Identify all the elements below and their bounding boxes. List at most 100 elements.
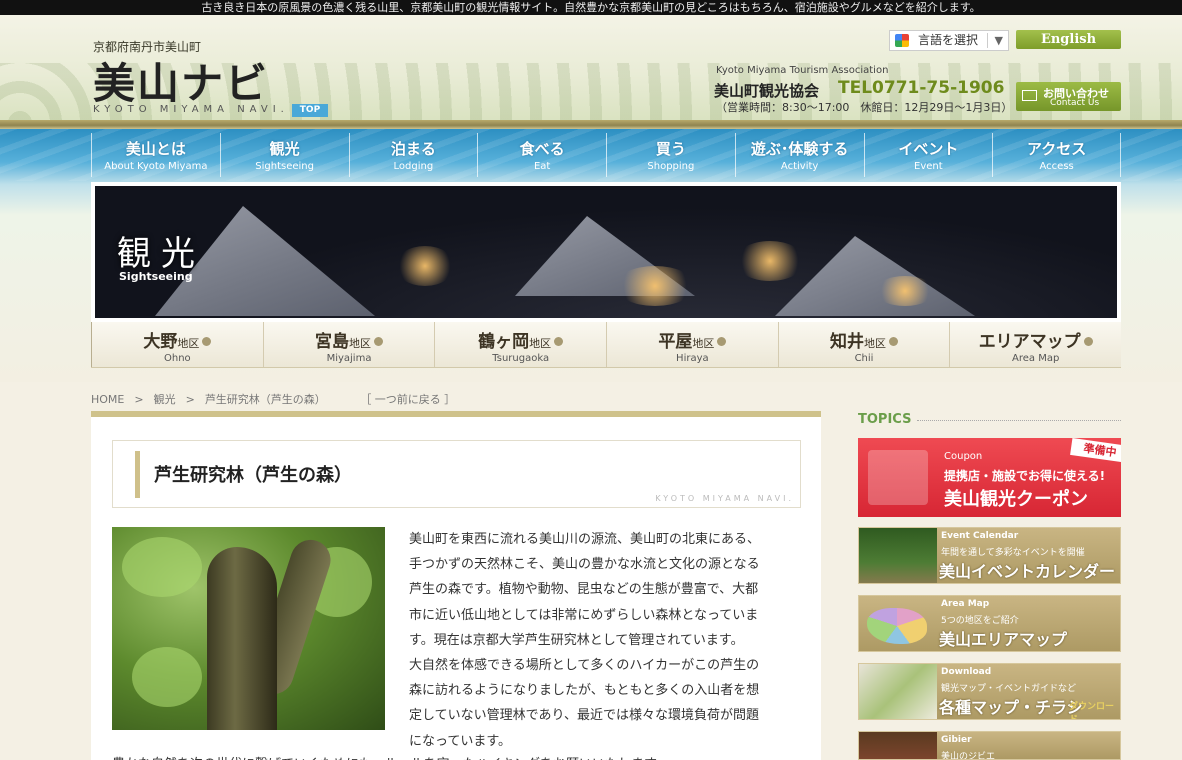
banner-caption: 年間を通して多彩なイベントを開催 — [941, 548, 1085, 558]
banner-label-en: Download — [941, 667, 992, 677]
banner-caption: 5つの地区をご紹介 — [941, 616, 1019, 626]
download-tag: ダウンロード — [1069, 702, 1115, 720]
google-translate-icon — [895, 34, 909, 47]
light-glow — [395, 246, 455, 286]
area-map-banner[interactable]: Area Map 5つの地区をご紹介 美山エリアマップ — [858, 595, 1121, 652]
nav-item-sightseeing[interactable]: 観光 Sightseeing — [219, 133, 349, 177]
house-icon — [868, 450, 928, 505]
english-button[interactable]: English — [1016, 30, 1121, 49]
nav-label: 食べる — [519, 140, 565, 158]
article-title-box: 芦生研究林（芦生の森） KYOTO MIYAMA NAVI. — [112, 440, 801, 508]
back-link[interactable]: ［ 一つ前に戻る ］ — [366, 393, 456, 406]
title-watermark: KYOTO MIYAMA NAVI. — [655, 494, 794, 503]
article-line: になっています。 — [409, 733, 512, 749]
nav-item-activity[interactable]: 遊ぶ･体験する Activity — [734, 133, 864, 177]
article-line: 市に近い低山地としては非常にめずらしい森林となっていま — [409, 607, 759, 623]
banner-caption: 観光マップ・イベントガイドなど — [941, 684, 1077, 694]
download-banner[interactable]: Download 観光マップ・イベントガイドなど 各種マップ・チラシ ダウンロー… — [858, 663, 1121, 720]
global-nav: 美山とは About Kyoto Miyama 観光 Sightseeing 泊まる… — [91, 133, 1121, 177]
top-link[interactable]: TOP — [292, 104, 328, 117]
hero-banner: 観光 Sightseeing — [91, 182, 1121, 322]
topics-heading: TOPICS — [858, 412, 912, 427]
article-body: 美山町を東西に流れる美山川の源流、美山町の北東にある、 手つかずの天然林こそ、美… — [409, 527, 801, 754]
hero-title: 観光 — [117, 234, 205, 274]
area-item-ohno[interactable]: 大野地区 Ohno — [91, 322, 263, 367]
area-name: エリアマップ — [978, 332, 1081, 352]
nav-item-access[interactable]: アクセス Access — [992, 133, 1121, 177]
hero-image: 観光 Sightseeing — [95, 186, 1117, 318]
area-name: 平屋 — [658, 332, 693, 352]
breadcrumb-separator: > — [134, 393, 144, 406]
nav-item-eat[interactable]: 食べる Eat — [477, 133, 606, 177]
nav-item-event[interactable]: イベント Event — [863, 133, 993, 177]
gibier-thumbnail — [859, 732, 937, 759]
map-icon — [867, 608, 927, 644]
site-tagline-bar: 古き良き日本の原風景の色濃く残る山里、京都美山町の観光情報サイト。自然豊かな京都… — [0, 0, 1182, 15]
area-name: 知井 — [830, 332, 865, 352]
area-item-hiraya[interactable]: 平屋地区 Hiraya — [606, 322, 778, 367]
arrow-circle-icon — [554, 337, 564, 346]
area-name: 鶴ヶ岡 — [478, 332, 530, 352]
area-name-en: Hiraya — [676, 353, 709, 364]
gibier-banner[interactable]: Gibier 美山のジビエ — [858, 731, 1121, 760]
arrow-circle-icon — [889, 337, 899, 346]
area-suffix: 地区 — [692, 337, 715, 350]
nav-label-en: Eat — [533, 161, 551, 172]
nav-label-en: Activity — [780, 161, 819, 172]
forest-photo — [112, 527, 385, 730]
area-name-en: Miyajima — [326, 353, 372, 364]
nav-label-en: Event — [914, 161, 943, 172]
nav-label-en: About Kyoto Miyama — [104, 161, 208, 172]
language-select[interactable]: 言語を選択 ▼ — [889, 30, 1009, 51]
nav-item-lodging[interactable]: 泊まる Lodging — [348, 133, 478, 177]
area-suffix: 地区 — [177, 337, 200, 350]
breadcrumb-current: 芦生研究林（芦生の森） — [204, 393, 326, 406]
area-name-en: Chii — [854, 353, 874, 364]
article-line: 定していない管理林であり、最近では様々な環境負荷が問題 — [409, 708, 759, 724]
area-name: 大野 — [143, 332, 178, 352]
breadcrumb-section[interactable]: 観光 — [154, 393, 176, 406]
chevron-down-icon: ▼ — [994, 34, 1003, 47]
banner-title: 美山エリアマップ — [939, 630, 1068, 649]
header-rule — [0, 120, 1182, 129]
nav-label: 観光 — [269, 140, 300, 158]
article-line: 美山町を東西に流れる美山川の源流、美山町の北東にある、 — [409, 532, 761, 547]
area-map-thumbnail — [859, 596, 937, 651]
event-calendar-banner[interactable]: Event Calendar 年間を通して多彩なイベントを開催 美山イベントカレ… — [858, 527, 1121, 584]
banner-caption: 美山のジビエ — [941, 752, 996, 760]
light-glow — [875, 276, 935, 306]
language-select-label: 言語を選択 — [918, 33, 979, 47]
article-title: 芦生研究林（芦生の森） — [154, 465, 352, 486]
nav-label: 遊ぶ･体験する — [750, 140, 849, 158]
article-body-continued: 豊かな自然を次の世代に繋げていくためにも、ルールを守ったハイキングをお願いいたし… — [112, 752, 802, 760]
brochure-thumbnail — [859, 664, 937, 719]
area-suffix: 地区 — [529, 337, 552, 350]
banner-title: 各種マップ・チラシ — [939, 698, 1083, 717]
article-line: 芦生の森です。植物や動物、昆虫などの生態が豊富で、大都 — [409, 582, 759, 598]
area-item-tsurugaoka[interactable]: 鶴ヶ岡地区 Tsurugaoka — [434, 322, 606, 367]
foliage — [122, 537, 202, 597]
area-name-en: Tsurugaoka — [492, 353, 550, 364]
nav-item-about[interactable]: 美山とは About Kyoto Miyama — [91, 133, 220, 177]
breadcrumb-home[interactable]: HOME — [91, 393, 124, 406]
arrow-circle-icon — [1083, 337, 1093, 346]
site-logo[interactable]: 美山ナビ — [93, 50, 269, 111]
area-item-miyajima[interactable]: 宮島地区 Miyajima — [262, 322, 435, 367]
nav-label-en: Lodging — [393, 161, 434, 172]
nav-label-en: Access — [1039, 161, 1074, 172]
area-item-area-map[interactable]: エリアマップ Area Map — [949, 322, 1121, 367]
banner-title: 美山イベントカレンダー — [939, 562, 1116, 581]
hero-subtitle: Sightseeing — [119, 270, 193, 283]
article-line: 大自然を体感できる場所として多くのハイカーがこの芦生の — [409, 658, 760, 674]
coupon-banner[interactable]: Coupon 提携店・施設でお得に使える! 美山観光クーポン 準備中 — [858, 438, 1121, 517]
nav-item-shopping[interactable]: 買う Shopping — [606, 133, 735, 177]
nav-label: 泊まる — [390, 140, 436, 158]
area-item-chii[interactable]: 知井地区 Chii — [777, 322, 950, 367]
nav-label: アクセス — [1026, 140, 1087, 158]
mail-icon — [1022, 90, 1037, 101]
article-line: す。現在は京都大学芦生研究林として管理されています。 — [409, 632, 744, 648]
banner-caption: 提携店・施設でお得に使える! — [944, 469, 1106, 483]
article-line: 手つかずの天然林こそ、美山の豊かな水流と文化の源となる — [409, 557, 760, 573]
banner-label-en: Area Map — [941, 599, 990, 609]
contact-button[interactable]: お問い合わせ Contact Us — [1016, 82, 1121, 111]
